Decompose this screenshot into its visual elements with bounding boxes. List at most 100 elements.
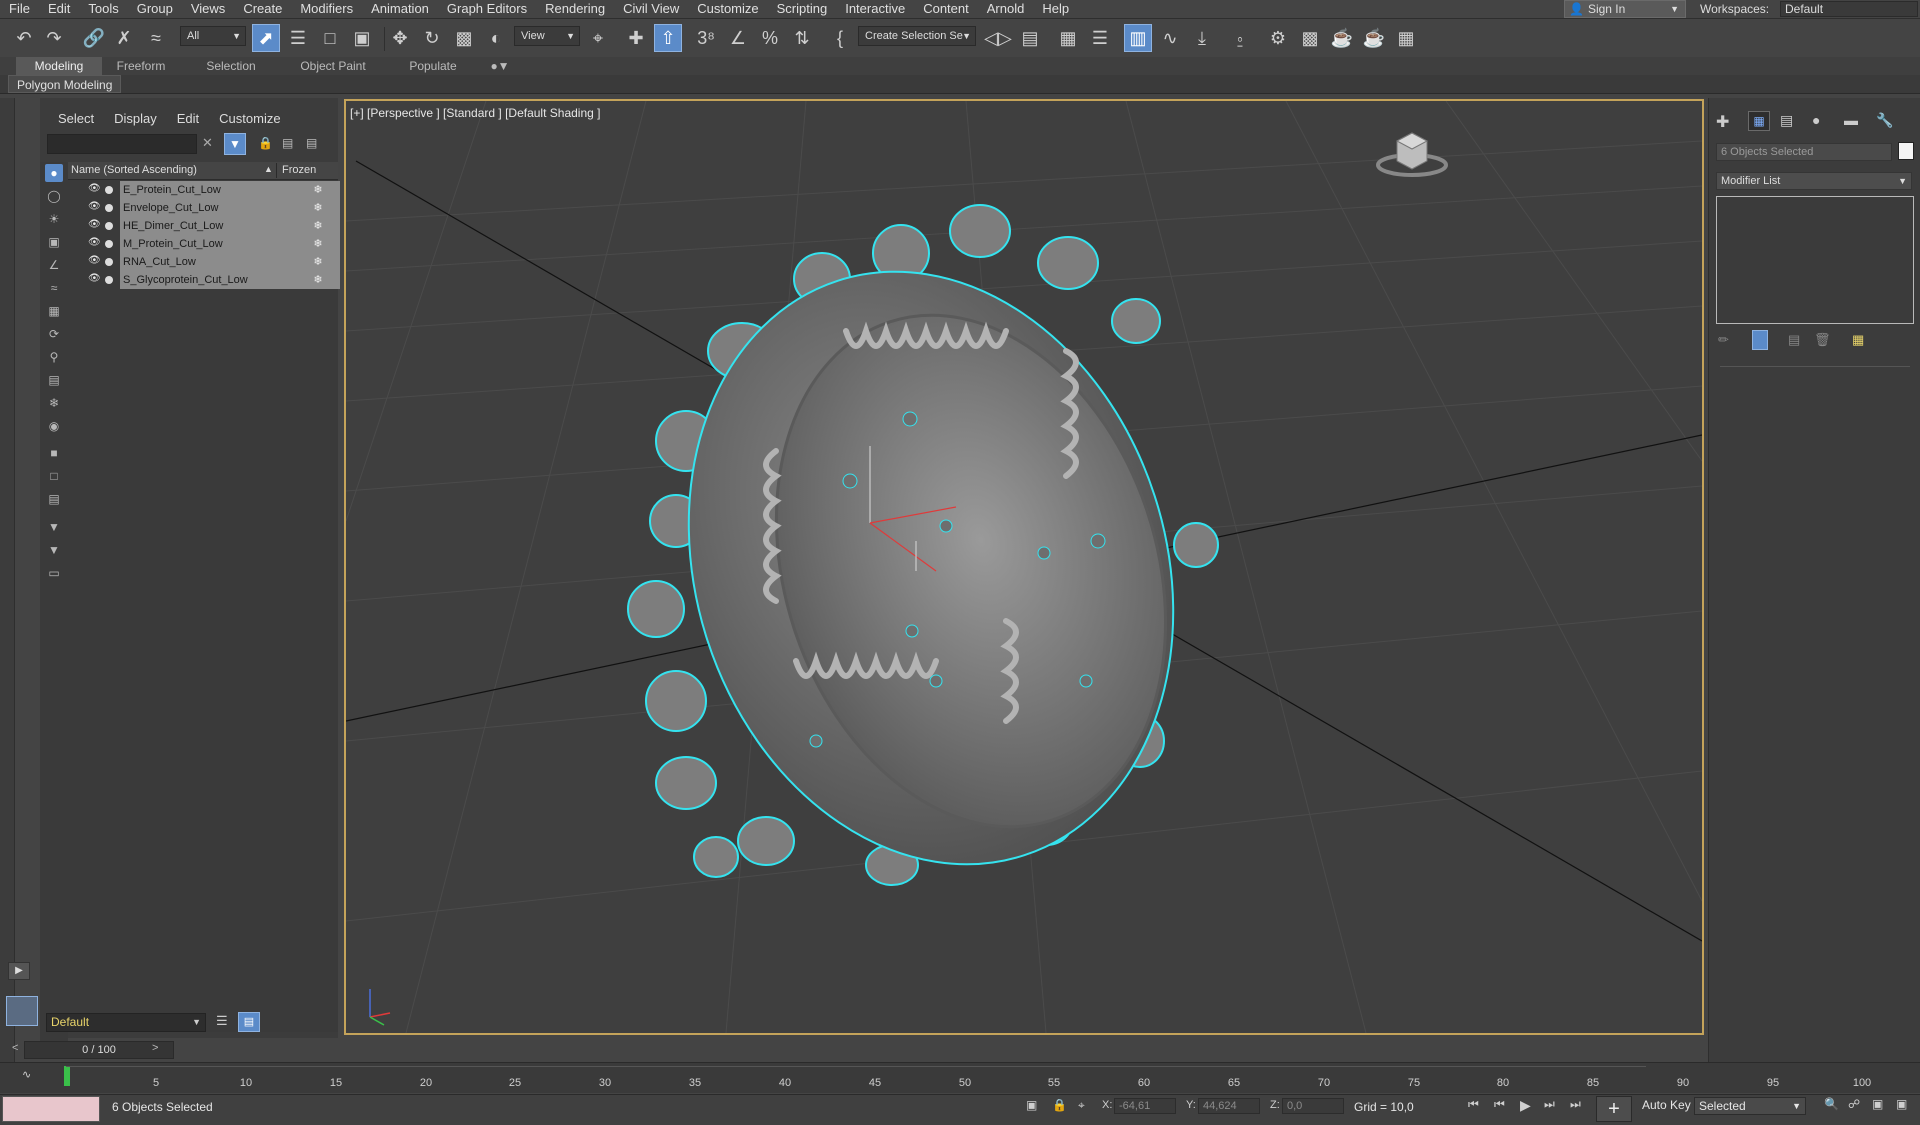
previous-key-icon[interactable]: ⏮ <box>1494 1097 1505 1112</box>
display-cameras-icon[interactable]: ▣ <box>45 233 63 251</box>
render-setup-icon[interactable]: ⚙ <box>1264 24 1292 52</box>
rendered-frame-window-icon[interactable]: ▩ <box>1296 24 1324 52</box>
menu-rendering[interactable]: Rendering <box>536 0 614 18</box>
display-space-warps-icon[interactable]: ≈ <box>45 279 63 297</box>
tab-object-paint[interactable]: Object Paint <box>290 57 376 75</box>
percent-snap-icon[interactable]: % <box>756 24 784 52</box>
time-cursor[interactable] <box>64 1066 70 1086</box>
render-toggle-icon[interactable] <box>105 204 113 212</box>
tab-freeform[interactable]: Freeform <box>106 57 176 75</box>
dope-sheet-icon[interactable]: ⤓ <box>1188 24 1216 52</box>
eye-icon[interactable]: 👁 <box>88 255 101 266</box>
viewport-layout-icon[interactable] <box>6 996 38 1026</box>
scene-explorer-icon[interactable]: ▥ <box>1124 24 1152 52</box>
render-toggle-icon[interactable] <box>105 240 113 248</box>
tab-populate[interactable]: Populate <box>400 57 466 75</box>
se-menu-edit[interactable]: Edit <box>167 110 209 128</box>
link-icon[interactable]: 🔗 <box>80 24 108 52</box>
mirror-icon[interactable]: ◁▷ <box>984 24 1012 52</box>
ribbon-options-icon[interactable]: ●▼ <box>486 57 514 75</box>
menu-file[interactable]: File <box>0 0 39 18</box>
eye-icon[interactable]: 👁 <box>88 183 101 194</box>
selection-name-field[interactable]: 6 Objects Selected <box>1716 143 1892 161</box>
menu-tools[interactable]: Tools <box>79 0 127 18</box>
menu-group[interactable]: Group <box>128 0 182 18</box>
select-object-icon[interactable]: ⬈ <box>252 24 280 52</box>
spinner-snap-icon[interactable]: ⇅ <box>788 24 816 52</box>
undo-icon[interactable]: ↶ <box>10 24 38 52</box>
zoom-extents-all-icon[interactable]: ▣ <box>1896 1097 1907 1111</box>
viewport-label[interactable]: [+] [Perspective ] [Standard ] [Default … <box>350 106 600 120</box>
layer-explorer-icon[interactable]: ▦ <box>1054 24 1082 52</box>
select-manipulate-icon[interactable]: ✚ <box>622 24 650 52</box>
render-toggle-icon[interactable] <box>105 276 113 284</box>
rotate-icon[interactable]: ↻ <box>418 24 446 52</box>
scene-row[interactable]: 👁 E_Protein_Cut_Low ❄ <box>68 181 340 199</box>
render-production-icon[interactable]: ☕ <box>1328 24 1356 52</box>
y-coordinate-field[interactable]: 44,624 <box>1198 1098 1260 1114</box>
menu-arnold[interactable]: Arnold <box>978 0 1034 18</box>
next-key-icon[interactable]: ⏭ <box>1544 1097 1555 1112</box>
motion-tab-icon[interactable]: ● <box>1812 112 1820 128</box>
scale-icon[interactable]: ▩ <box>450 24 478 52</box>
frozen-icon[interactable]: ❄ <box>298 271 338 289</box>
frozen-icon[interactable]: ❄ <box>298 253 338 271</box>
scene-row[interactable]: 👁 HE_Dimer_Cut_Low ❄ <box>68 217 340 235</box>
menu-create[interactable]: Create <box>234 0 291 18</box>
edit-named-selection-icon[interactable]: { <box>826 24 854 52</box>
render-iterative-icon[interactable]: ☕ <box>1360 24 1388 52</box>
sync-selection-icon[interactable]: ▼ <box>45 518 63 536</box>
eye-icon[interactable]: 👁 <box>88 237 101 248</box>
utilities-tab-icon[interactable]: 🔧 <box>1876 112 1893 129</box>
key-filter-select[interactable]: Selected ▼ <box>1694 1097 1806 1115</box>
menu-edit[interactable]: Edit <box>39 0 79 18</box>
display-frozen-icon[interactable]: ❄ <box>45 394 63 412</box>
go-to-end-icon[interactable]: ⏭ <box>1570 1097 1581 1112</box>
selection-lock-icon[interactable]: 🔒 <box>1052 1098 1067 1112</box>
menu-animation[interactable]: Animation <box>362 0 438 18</box>
move-icon[interactable]: ✥ <box>386 24 414 52</box>
scene-row[interactable]: 👁 RNA_Cut_Low ❄ <box>68 253 340 271</box>
display-geometry-icon[interactable]: ● <box>45 164 63 182</box>
menu-civil-view[interactable]: Civil View <box>614 0 688 18</box>
remove-modifier-icon[interactable]: 🗑 <box>1814 332 1831 348</box>
play-icon[interactable]: ▶ <box>1520 1097 1531 1114</box>
scene-row[interactable]: 👁 S_Glycoprotein_Cut_Low ❄ <box>68 271 340 289</box>
render-toggle-icon[interactable] <box>105 222 113 230</box>
se-menu-select[interactable]: Select <box>48 110 104 128</box>
auto-expand-icon[interactable]: ▼ <box>45 541 63 559</box>
maxscript-listener[interactable] <box>2 1096 100 1122</box>
scene-search-input[interactable] <box>47 134 197 154</box>
menu-scripting[interactable]: Scripting <box>768 0 837 18</box>
expand-panel-icon[interactable]: ▶ <box>8 962 30 980</box>
go-to-start-icon[interactable]: ⏮ <box>1468 1097 1479 1112</box>
scene-row[interactable]: 👁 Envelope_Cut_Low ❄ <box>68 199 340 217</box>
mini-curve-editor-icon[interactable]: ∿ <box>22 1068 31 1081</box>
window-crossing-icon[interactable]: ▣ <box>348 24 376 52</box>
frozen-icon[interactable]: ❄ <box>298 217 338 235</box>
schematic-view-icon[interactable]: ⍛ <box>1226 24 1254 52</box>
eye-icon[interactable]: 👁 <box>88 201 101 212</box>
menu-graph-editors[interactable]: Graph Editors <box>438 0 536 18</box>
perspective-viewport[interactable] <box>344 99 1704 1035</box>
se-menu-display[interactable]: Display <box>104 110 167 128</box>
make-unique-icon[interactable]: ▤ <box>1788 332 1800 348</box>
hierarchy-view-icon[interactable]: ▤ <box>238 1012 260 1032</box>
isolate-selection-icon[interactable]: ▣ <box>1026 1098 1037 1112</box>
pivot-center-icon[interactable]: ⌖ <box>584 24 612 52</box>
render-toggle-icon[interactable] <box>105 258 113 266</box>
se-menu-customize[interactable]: Customize <box>209 110 290 128</box>
menu-interactive[interactable]: Interactive <box>836 0 914 18</box>
zoom-icon[interactable]: 🔍 <box>1824 1097 1839 1111</box>
hierarchy-tab-icon[interactable]: ▤ <box>1780 112 1793 129</box>
next-frame-icon[interactable]: > <box>152 1042 158 1054</box>
clear-search-icon[interactable]: ✕ <box>202 135 213 151</box>
column-frozen-header[interactable]: Frozen <box>282 164 316 176</box>
filter-icon[interactable]: ▼ <box>224 133 246 155</box>
frozen-icon[interactable]: ❄ <box>298 181 338 199</box>
menu-content[interactable]: Content <box>914 0 978 18</box>
placement-icon[interactable]: ◐ <box>482 24 510 52</box>
eye-icon[interactable]: 👁 <box>88 273 101 284</box>
layer-select[interactable]: Default ▼ <box>46 1013 206 1032</box>
sign-in-dropdown[interactable]: 👤 Sign In ▼ <box>1564 0 1686 18</box>
